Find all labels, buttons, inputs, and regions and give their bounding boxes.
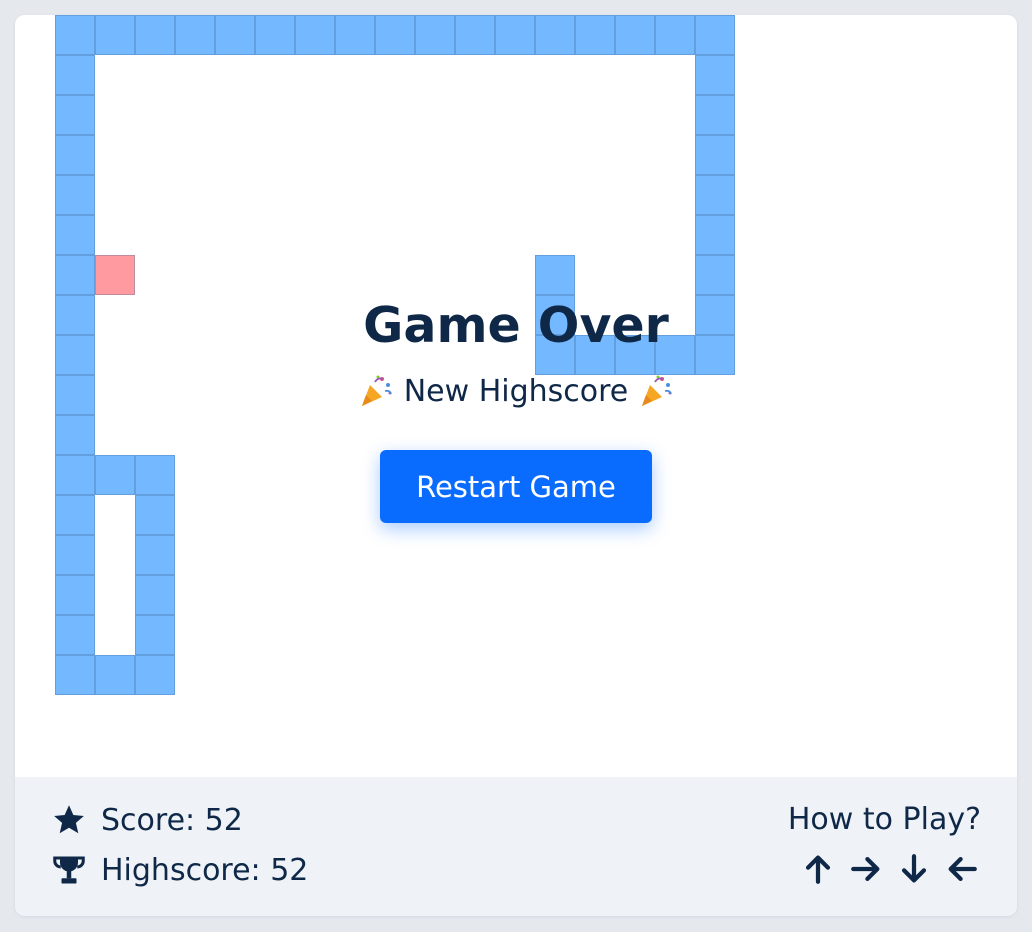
- arrow-up-icon: [805, 855, 831, 884]
- arrow-down-icon: [901, 854, 927, 883]
- game-over-overlay: Game Over New Highscore Restart Game: [15, 15, 1017, 777]
- highscore-label: Highscore: 52: [101, 852, 309, 888]
- restart-game-button[interactable]: Restart Game: [380, 450, 652, 523]
- arrow-left-icon: [948, 856, 977, 882]
- score-display: Score: 52: [51, 802, 243, 838]
- party-popper-icon: [361, 375, 392, 406]
- new-highscore-message: New Highscore: [15, 373, 1017, 409]
- party-popper-icon: [642, 375, 673, 406]
- subtitle-text: New Highscore: [403, 373, 629, 409]
- how-to-play-link[interactable]: How to Play?: [788, 802, 981, 837]
- star-icon: [54, 805, 84, 834]
- game-card: Game Over New Highscore Restart Game Sco…: [15, 15, 1017, 916]
- highscore-display: Highscore: 52: [51, 852, 308, 888]
- game-over-title: Game Over: [363, 297, 669, 354]
- arrow-keys-hint: [801, 851, 979, 887]
- game-footer: Score: 52 Highscore: 52 How to Play?: [15, 777, 1017, 916]
- arrow-right-icon: [851, 856, 880, 882]
- score-label: Score: 52: [101, 802, 243, 838]
- trophy-icon: [53, 856, 85, 884]
